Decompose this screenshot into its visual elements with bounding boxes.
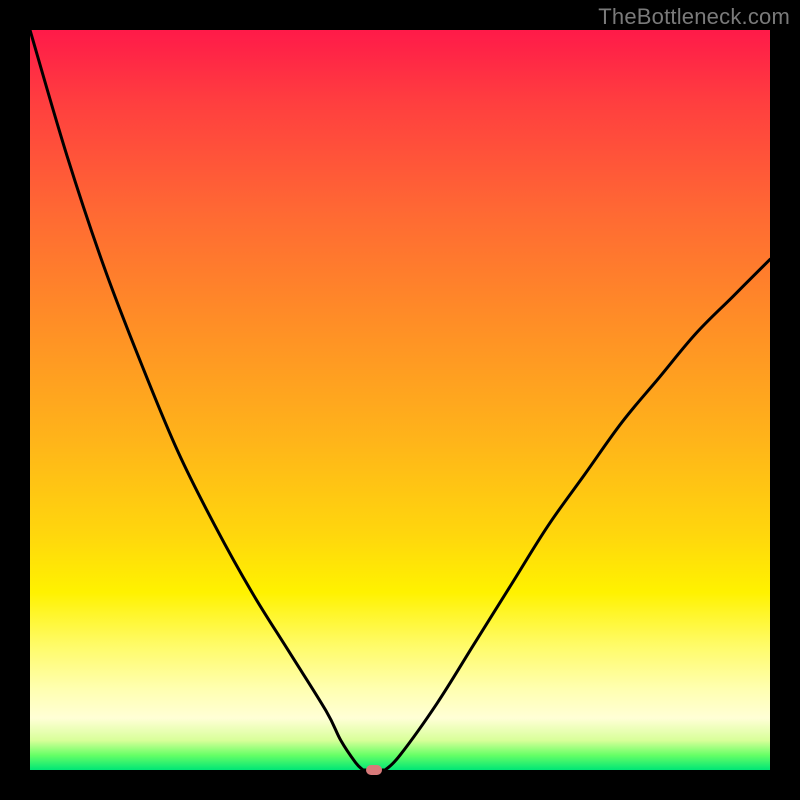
curve-left — [30, 30, 363, 770]
trough-marker — [366, 765, 382, 775]
curve-svg — [30, 30, 770, 770]
curve-right — [385, 259, 770, 770]
chart-frame: TheBottleneck.com — [0, 0, 800, 800]
plot-area — [30, 30, 770, 770]
watermark-text: TheBottleneck.com — [598, 4, 790, 30]
